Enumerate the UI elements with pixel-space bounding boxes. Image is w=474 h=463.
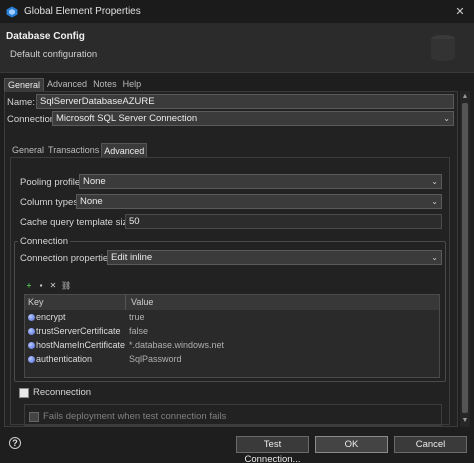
column-types-value: None [80, 196, 103, 207]
scroll-thumb[interactable] [462, 103, 468, 413]
row-key: encrypt [36, 312, 66, 322]
row-value: true [129, 312, 145, 322]
property-icon [28, 342, 35, 349]
column-header-key[interactable]: Key [28, 297, 44, 307]
inner-tab-general[interactable]: General [10, 143, 46, 157]
row-value: *.database.windows.net [129, 340, 225, 350]
table-header: Key Value [25, 295, 439, 310]
cancel-button[interactable]: Cancel [394, 436, 467, 453]
cache-size-input[interactable]: 50 [125, 214, 442, 229]
connection-label: Connection [7, 114, 56, 125]
reconnection-label: Reconnection [33, 387, 92, 398]
pooling-profile-select[interactable]: None ⌄ [79, 174, 442, 189]
table-row[interactable]: trustServerCertificate false [25, 325, 439, 339]
property-icon [28, 314, 35, 321]
scroll-up-icon[interactable]: ▲ [460, 92, 470, 102]
chevron-down-icon: ⌄ [431, 197, 438, 206]
add-icon[interactable]: + [25, 282, 33, 290]
inner-tab-transactions[interactable]: Transactions [46, 143, 101, 157]
row-value: SqlPassword [129, 354, 182, 364]
row-value: false [129, 326, 149, 336]
connection-group-title: Connection [18, 236, 71, 247]
cache-size-label: Cache query template size: [20, 217, 136, 228]
inner-tab-bar: General Transactions Advanced [10, 143, 148, 157]
ok-button[interactable]: OK [315, 436, 388, 453]
header-title: Database Config [6, 31, 85, 42]
fails-deployment-checkbox[interactable] [29, 411, 39, 422]
scroll-down-icon[interactable]: ▼ [460, 416, 470, 426]
vertical-scrollbar[interactable]: ▲ ▼ [460, 91, 470, 427]
delete-icon[interactable]: ✕ [49, 282, 57, 290]
chevron-down-icon: ⌄ [431, 253, 438, 262]
edit-icon[interactable]: ▪ [37, 282, 45, 290]
link-icon[interactable]: ⛓ [61, 282, 71, 290]
column-types-select[interactable]: None ⌄ [76, 194, 442, 209]
test-connection-button[interactable]: Test Connection... [236, 436, 309, 463]
tab-general[interactable]: General [4, 78, 45, 91]
row-key: authentication [36, 354, 93, 364]
properties-toolbar: + ▪ ✕ ⛓ [25, 282, 72, 290]
row-key: trustServerCertificate [36, 326, 121, 336]
dialog-header: Database Config Default configuration [0, 23, 474, 73]
fails-deployment-row: Fails deployment when test connection fa… [29, 411, 226, 422]
reconnection-checkbox[interactable] [19, 387, 29, 398]
window-title: Global Element Properties [24, 6, 141, 17]
property-icon [28, 356, 35, 363]
database-banner-icon [431, 35, 455, 61]
column-divider[interactable] [125, 295, 126, 310]
name-input[interactable]: SqlServerDatabaseAZURE [36, 94, 454, 109]
table-row[interactable]: authentication SqlPassword [25, 353, 439, 367]
chevron-down-icon: ⌄ [431, 177, 438, 186]
table-row[interactable]: encrypt true [25, 311, 439, 325]
connection-properties-select[interactable]: Edit inline ⌄ [107, 250, 442, 265]
name-label: Name: [7, 97, 35, 108]
tab-notes[interactable]: Notes [90, 78, 120, 91]
connection-properties-label: Connection properties [20, 253, 113, 264]
reconnection-row: Reconnection [19, 387, 91, 398]
table-row[interactable]: hostNameInCertificate *.database.windows… [25, 339, 439, 353]
help-icon[interactable]: ? [9, 437, 21, 449]
connection-select[interactable]: Microsoft SQL Server Connection ⌄ [52, 111, 454, 126]
close-button[interactable]: ✕ [446, 0, 474, 23]
header-subtitle: Default configuration [10, 49, 98, 60]
pooling-profile-value: None [83, 176, 106, 187]
outer-tab-bar: General Advanced Notes Help [4, 78, 144, 91]
app-icon [6, 6, 18, 17]
title-bar: Global Element Properties ✕ [0, 0, 474, 23]
column-types-label: Column types [20, 197, 79, 208]
tab-advanced[interactable]: Advanced [44, 78, 90, 91]
properties-table: Key Value encrypt true trustServerCertif… [24, 294, 440, 378]
property-icon [28, 328, 35, 335]
connection-properties-value: Edit inline [111, 252, 153, 263]
close-icon: ✕ [455, 6, 465, 18]
fails-deployment-label: Fails deployment when test connection fa… [43, 411, 227, 422]
column-header-value[interactable]: Value [131, 297, 153, 307]
pooling-profile-label: Pooling profile [20, 177, 81, 188]
connection-select-value: Microsoft SQL Server Connection [56, 113, 198, 124]
tab-help[interactable]: Help [120, 78, 145, 91]
row-key: hostNameInCertificate [36, 340, 126, 350]
inner-tab-advanced[interactable]: Advanced [101, 143, 148, 157]
chevron-down-icon: ⌄ [443, 114, 450, 123]
